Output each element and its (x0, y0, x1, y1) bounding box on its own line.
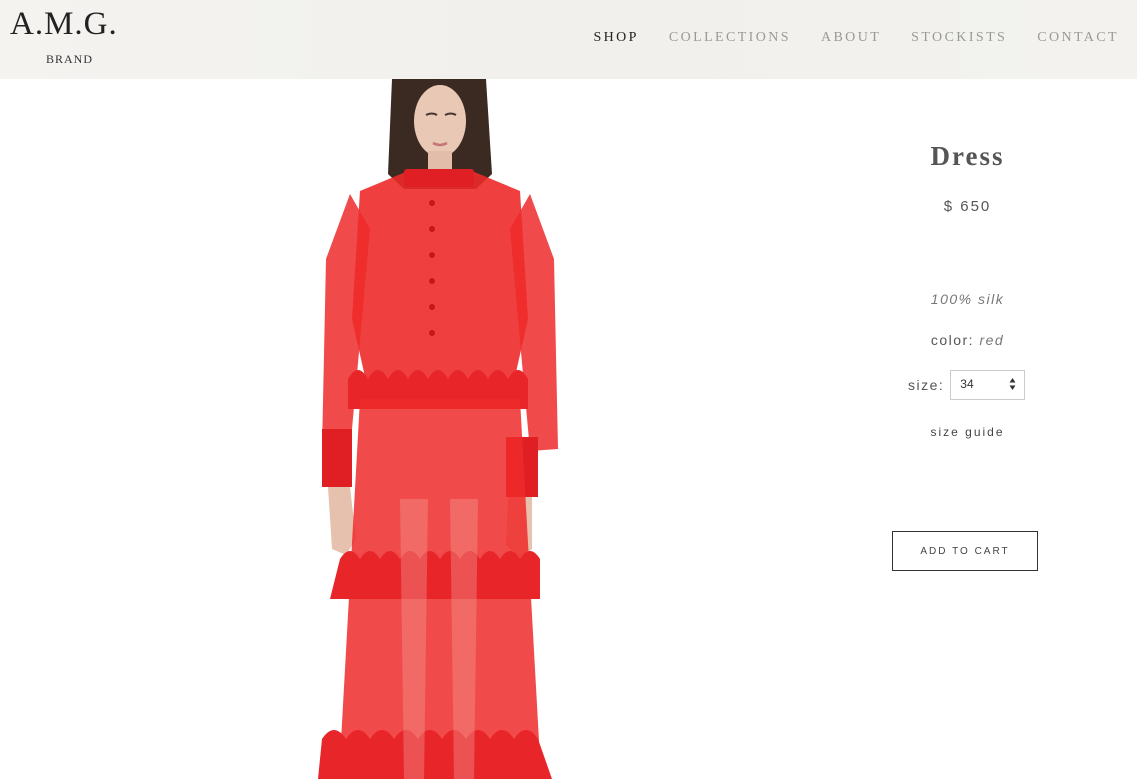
brand-logo[interactable]: A.M.G. BRAND (10, 6, 130, 72)
logo-wordmark: A.M.G. (10, 6, 118, 42)
size-label: size: (908, 377, 945, 393)
product-material: 100% silk (930, 291, 1005, 307)
size-guide-link[interactable]: size guide (840, 425, 1095, 439)
product-color: color: red (840, 332, 1095, 348)
product-photo[interactable] (300, 79, 580, 779)
model-in-red-dress-image (318, 79, 558, 779)
select-arrows-icon (1009, 378, 1016, 390)
size-selected-value: 34 (960, 377, 974, 391)
site-header: A.M.G. BRAND SHOP COLLECTIONS ABOUT STOC… (0, 0, 1137, 79)
product-title: Dress (930, 141, 1005, 171)
product-price: $ 650 (943, 198, 992, 215)
size-row: size: 34 (908, 370, 1026, 400)
color-value: red (979, 332, 1005, 348)
color-label: color: (930, 332, 975, 348)
product-details: Dress $ 650 100% silk color: red size: 3… (840, 79, 1095, 679)
nav-contact[interactable]: CONTACT (1037, 30, 1119, 46)
nav-about[interactable]: ABOUT (821, 30, 881, 46)
nav-stockists[interactable]: STOCKISTS (911, 30, 1007, 46)
main-nav: SHOP COLLECTIONS ABOUT STOCKISTS CONTACT (593, 30, 1119, 46)
size-select[interactable]: 34 (950, 370, 1026, 400)
add-to-cart-button[interactable]: ADD TO CART (892, 531, 1038, 571)
nav-shop[interactable]: SHOP (593, 30, 638, 46)
logo-subtitle: BRAND (46, 52, 94, 66)
nav-collections[interactable]: COLLECTIONS (669, 30, 791, 46)
